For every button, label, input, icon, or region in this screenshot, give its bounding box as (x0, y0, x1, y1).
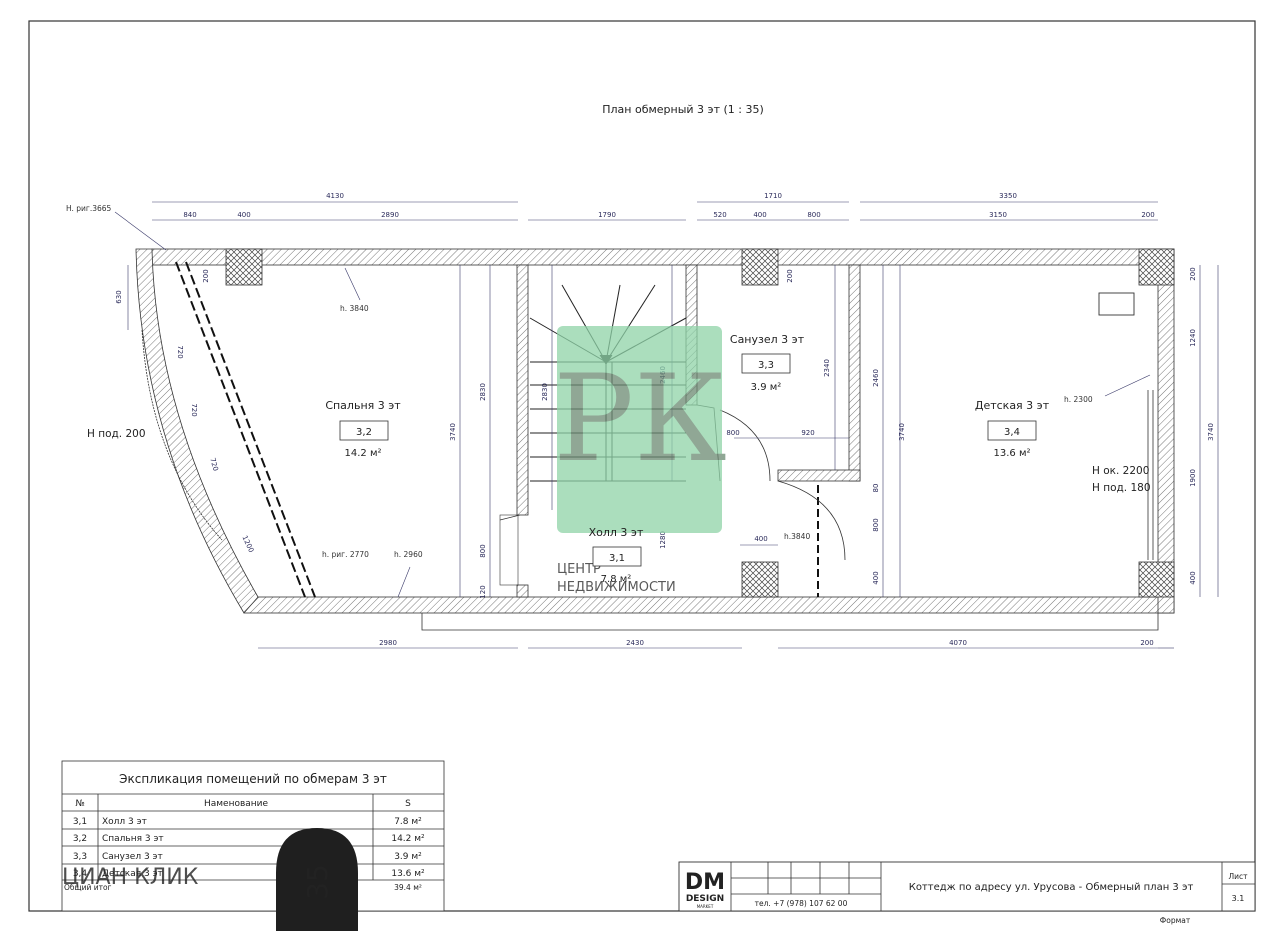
svg-text:Санузел 3 эт: Санузел 3 эт (730, 333, 805, 346)
floor-plan-sheet: План обмерный 3 эт (1 : 35) 4130 1710 33… (0, 0, 1280, 931)
svg-text:35: 35 (301, 864, 334, 900)
svg-text:3740: 3740 (1207, 423, 1215, 441)
svg-text:2460: 2460 (872, 369, 880, 387)
svg-text:2980: 2980 (379, 639, 397, 647)
svg-text:14.2 м²: 14.2 м² (345, 448, 382, 459)
svg-text:Холл 3 эт: Холл 3 эт (589, 526, 644, 539)
svg-text:h.3840: h.3840 (784, 532, 810, 541)
svg-text:720: 720 (176, 345, 184, 358)
svg-text:Санузел 3 эт: Санузел 3 эт (102, 852, 163, 862)
svg-text:80: 80 (872, 484, 880, 493)
svg-text:7.8 м²: 7.8 м² (394, 817, 422, 827)
svg-text:№: № (75, 799, 84, 809)
project-title: Коттедж по адресу ул. Урусова - Обмерный… (909, 882, 1194, 893)
svg-text:H. риг.3665: H. риг.3665 (66, 204, 112, 213)
svg-text:2890: 2890 (381, 211, 399, 219)
svg-text:800: 800 (479, 544, 487, 557)
svg-text:3,1: 3,1 (73, 817, 87, 827)
svg-text:400: 400 (872, 571, 880, 584)
svg-text:DESIGN: DESIGN (686, 894, 724, 904)
svg-text:3740: 3740 (898, 423, 906, 441)
svg-text:4070: 4070 (949, 639, 967, 647)
svg-text:тел. +7 (978) 107 62 00: тел. +7 (978) 107 62 00 (755, 899, 848, 908)
svg-text:h. 3840: h. 3840 (340, 304, 369, 313)
svg-text:720: 720 (190, 403, 198, 416)
svg-text:РК: РК (553, 350, 727, 489)
svg-text:MARKET: MARKET (697, 904, 714, 909)
cian-watermark: ЦИАН КЛИК (62, 865, 199, 890)
svg-text:Формат: Формат (1160, 916, 1191, 925)
svg-text:3,3: 3,3 (758, 360, 774, 371)
svg-text:200: 200 (1141, 211, 1154, 219)
svg-text:3,2: 3,2 (73, 834, 87, 844)
svg-text:400: 400 (237, 211, 250, 219)
svg-text:39.4 м²: 39.4 м² (394, 883, 422, 892)
svg-text:S: S (405, 799, 411, 809)
svg-text:2830: 2830 (479, 383, 487, 401)
svg-text:14.2 м²: 14.2 м² (391, 834, 425, 844)
dm-logo: DM (685, 870, 725, 895)
svg-text:400: 400 (753, 211, 766, 219)
svg-text:120: 120 (479, 585, 487, 598)
svg-text:h. 2300: h. 2300 (1064, 395, 1093, 404)
svg-text:200: 200 (202, 269, 210, 282)
svg-text:1710: 1710 (764, 192, 782, 200)
svg-text:3.9 м²: 3.9 м² (751, 382, 782, 393)
svg-text:Детская 3 эт: Детская 3 эт (975, 399, 1050, 412)
svg-text:400: 400 (754, 535, 767, 543)
svg-text:3,2: 3,2 (356, 427, 372, 438)
svg-text:520: 520 (713, 211, 726, 219)
svg-text:13.6 м²: 13.6 м² (391, 869, 425, 879)
svg-text:h. риг. 2770: h. риг. 2770 (322, 550, 369, 559)
left-floor-height: H под. 200 (87, 428, 146, 440)
svg-text:13.6 м²: 13.6 м² (994, 448, 1031, 459)
svg-text:7.8 м²: 7.8 м² (601, 574, 632, 585)
svg-text:2430: 2430 (626, 639, 644, 647)
right-floor-height: H под. 180 (1092, 482, 1151, 494)
svg-text:3350: 3350 (999, 192, 1017, 200)
svg-text:800: 800 (872, 518, 880, 531)
svg-text:3.1: 3.1 (1232, 894, 1245, 903)
svg-text:840: 840 (183, 211, 196, 219)
svg-text:3,4: 3,4 (1004, 427, 1020, 438)
svg-text:3.9 м²: 3.9 м² (394, 852, 422, 862)
svg-text:Лист: Лист (1228, 872, 1248, 881)
svg-text:200: 200 (1189, 267, 1197, 280)
svg-text:920: 920 (801, 429, 814, 437)
svg-text:1240: 1240 (1189, 329, 1197, 347)
ac-unit (1098, 292, 1135, 316)
page-badge: 35 (276, 828, 358, 931)
svg-text:1280: 1280 (659, 531, 667, 549)
svg-text:3740: 3740 (449, 423, 457, 441)
svg-text:200: 200 (786, 269, 794, 282)
svg-text:3150: 3150 (989, 211, 1007, 219)
svg-text:400: 400 (1189, 571, 1197, 584)
svg-text:2830: 2830 (541, 383, 549, 401)
svg-text:200: 200 (1140, 639, 1153, 647)
svg-text:800: 800 (726, 429, 739, 437)
explication-title: Экспликация помещений по обмерам 3 эт (119, 772, 387, 786)
svg-text:3,1: 3,1 (609, 553, 625, 564)
svg-text:1790: 1790 (598, 211, 616, 219)
window-height: H ок. 2200 (1092, 465, 1149, 477)
svg-text:Спальня 3 эт: Спальня 3 эт (325, 399, 401, 412)
svg-text:630: 630 (115, 290, 123, 303)
svg-text:3,3: 3,3 (73, 852, 87, 862)
svg-text:Наменование: Наменование (204, 799, 269, 809)
svg-text:Спальня 3 эт: Спальня 3 эт (102, 834, 164, 844)
svg-text:h. 2960: h. 2960 (394, 550, 423, 559)
svg-text:1900: 1900 (1189, 469, 1197, 487)
plan-title: План обмерный 3 эт (1 : 35) (602, 103, 764, 116)
svg-text:800: 800 (807, 211, 820, 219)
svg-text:2340: 2340 (823, 359, 831, 377)
svg-text:4130: 4130 (326, 192, 344, 200)
svg-text:Холл 3 эт: Холл 3 эт (102, 817, 147, 827)
